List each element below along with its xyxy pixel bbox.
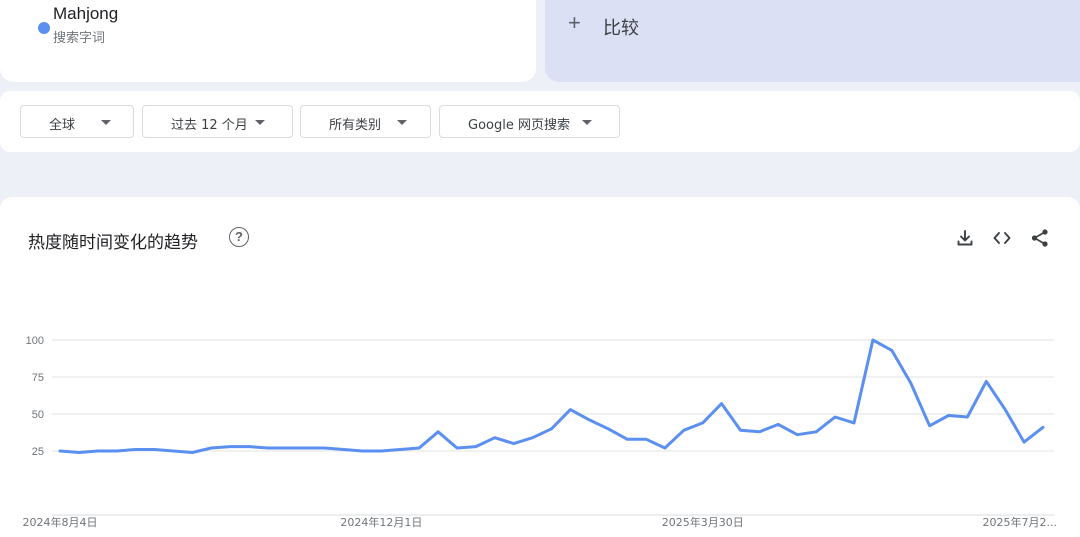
region-filter-dropdown[interactable]: 全球 [20, 105, 134, 138]
chevron-down-icon [101, 120, 111, 125]
search-type-filter-dropdown[interactable]: Google 网页搜索 [439, 105, 620, 138]
series-line-mahjong [58, 338, 1045, 454]
compare-label: 比较 [603, 18, 639, 39]
plus-icon: + [568, 10, 581, 35]
interest-over-time-card: 热度随时间变化的趋势 ? 25 50 75 100 2024年8月4日 2024年12月1… [0, 197, 1080, 537]
x-tick-label: 2025年3月30日 [662, 515, 744, 529]
category-filter-label: 所有类别 [329, 118, 382, 133]
y-tick-label: 25 [32, 446, 44, 458]
series-color-dot [38, 22, 50, 34]
search-term-type: 搜索字词 [53, 31, 106, 46]
compare-button[interactable]: + 比较 [545, 0, 1080, 82]
region-filter-label: 全球 [49, 118, 76, 133]
filter-bar: 全球 过去 12 个月 所有类别 Google 网页搜索 [0, 91, 1080, 152]
chevron-down-icon [582, 120, 592, 125]
search-term-card[interactable]: Mahjong 搜索字词 [0, 0, 536, 82]
y-tick-label: 50 [32, 409, 44, 421]
y-tick-label: 75 [32, 372, 44, 384]
trend-line-chart: 25 50 75 100 2024年8月4日 2024年12月1日 2025年3月30日 20… [23, 335, 1058, 529]
x-tick-label: 2024年12月1日 [340, 515, 422, 529]
category-filter-dropdown[interactable]: 所有类别 [300, 105, 431, 138]
chevron-down-icon [397, 120, 407, 125]
x-tick-label: 2024年8月4日 [23, 515, 98, 529]
search-type-filter-label: Google 网页搜索 [468, 118, 570, 133]
time-range-filter-label: 过去 12 个月 [171, 118, 248, 133]
chevron-down-icon [255, 120, 265, 125]
x-tick-label: 2025年7月2... [983, 515, 1057, 529]
time-range-filter-dropdown[interactable]: 过去 12 个月 [142, 105, 293, 138]
search-term-name[interactable]: Mahjong [53, 4, 118, 24]
y-tick-label: 100 [26, 335, 44, 347]
